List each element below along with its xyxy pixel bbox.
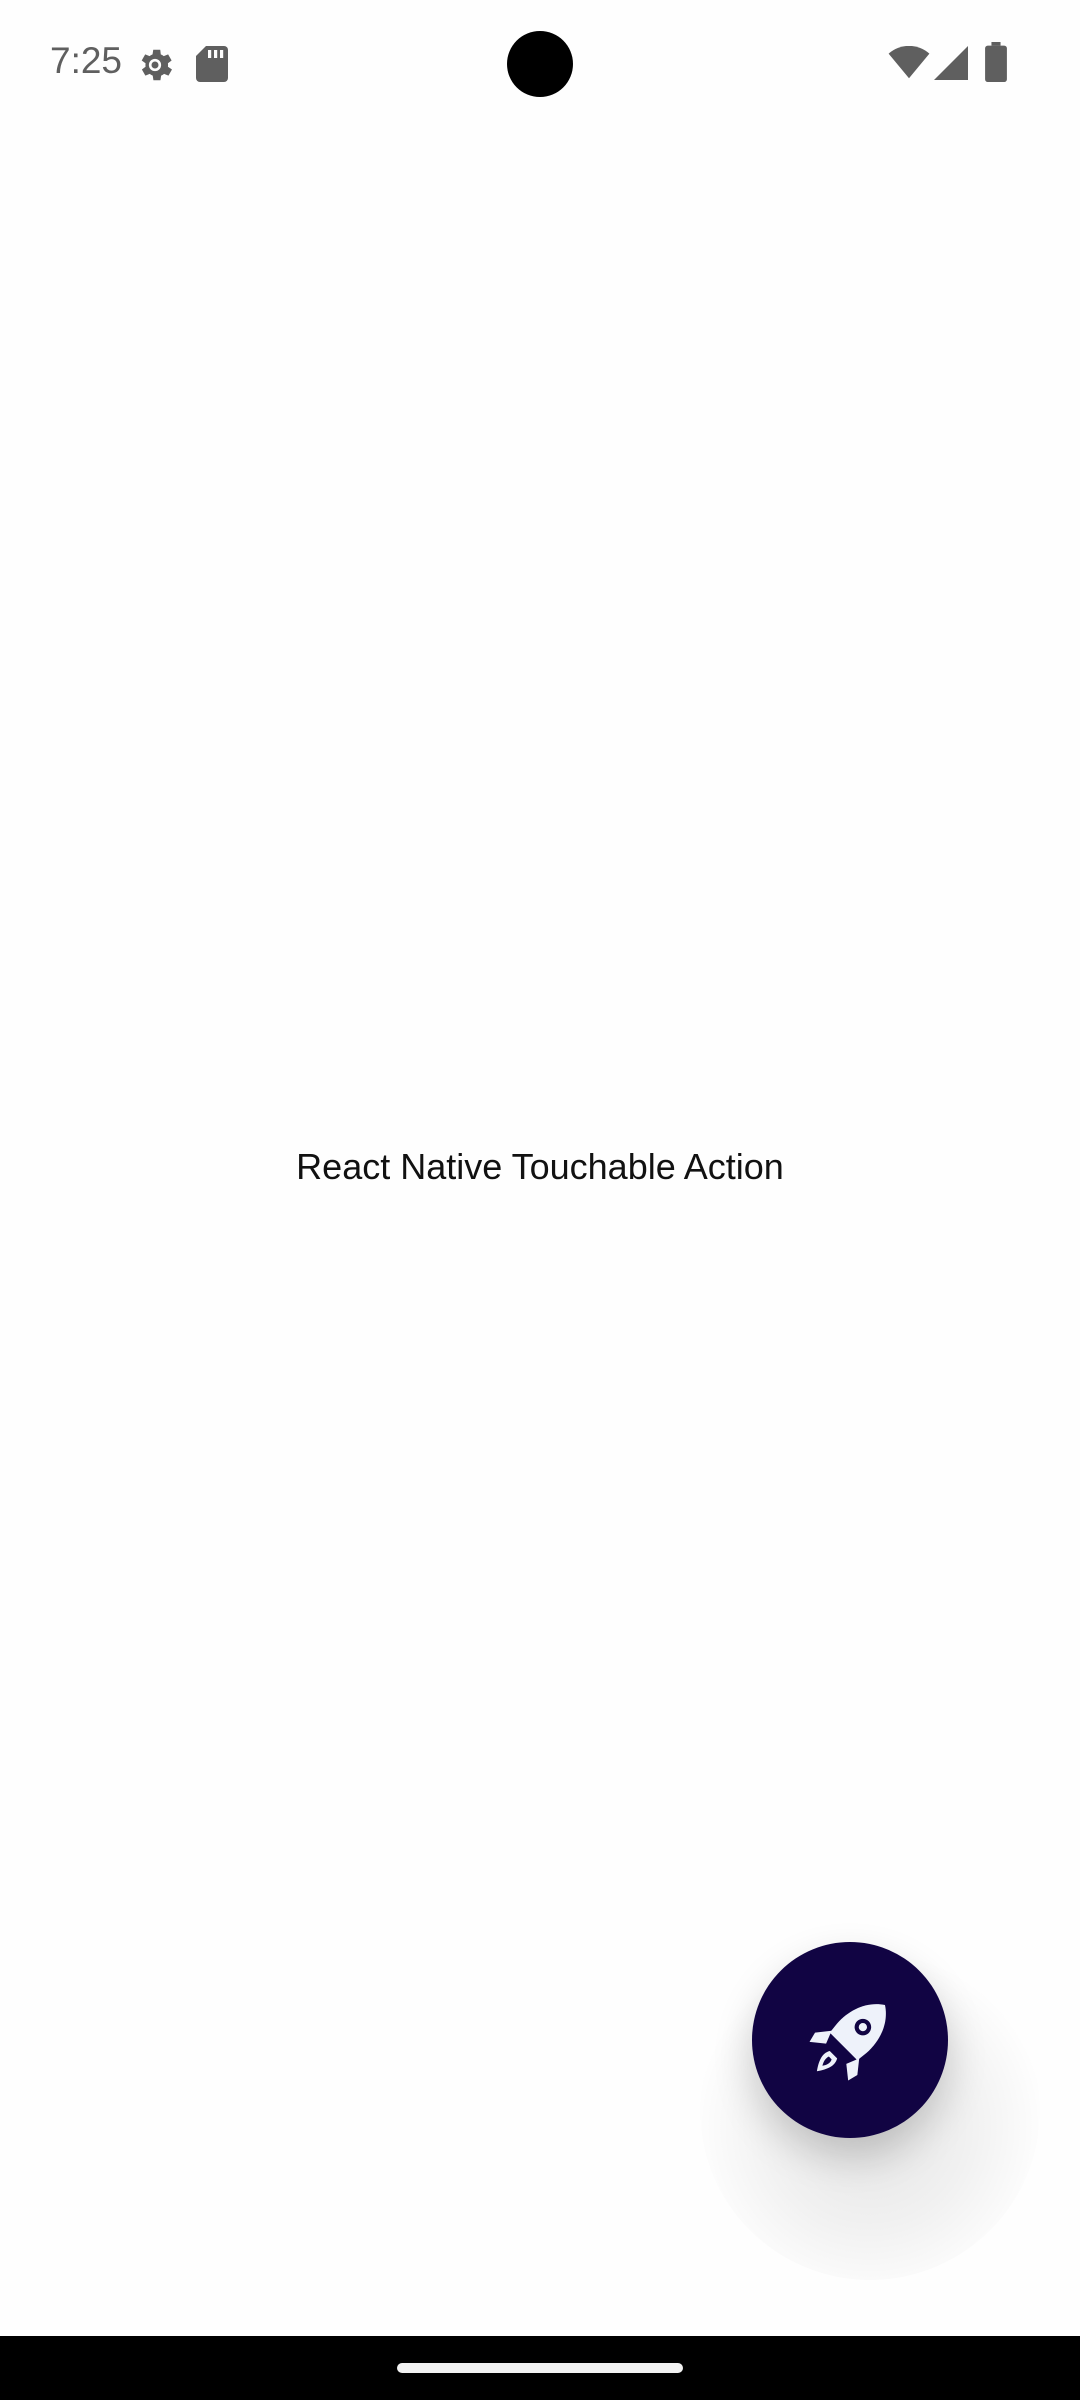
sd-card-icon: [196, 46, 228, 82]
status-bar: 7:25: [0, 0, 1080, 128]
rocket-icon: [809, 2004, 886, 2081]
camera-cutout: [507, 31, 573, 97]
status-time: 7:25: [50, 40, 123, 81]
signal-icon: [934, 46, 968, 80]
screen-title: React Native Touchable Action: [296, 1146, 784, 1187]
gear-icon: [141, 49, 172, 81]
home-handle[interactable]: [397, 2363, 683, 2373]
app-screen: 7:25 React Native Touchable Action: [0, 0, 1080, 2400]
battery-icon: [985, 42, 1007, 82]
wifi-icon: [888, 46, 930, 79]
fab-action-button[interactable]: [752, 1942, 948, 2138]
